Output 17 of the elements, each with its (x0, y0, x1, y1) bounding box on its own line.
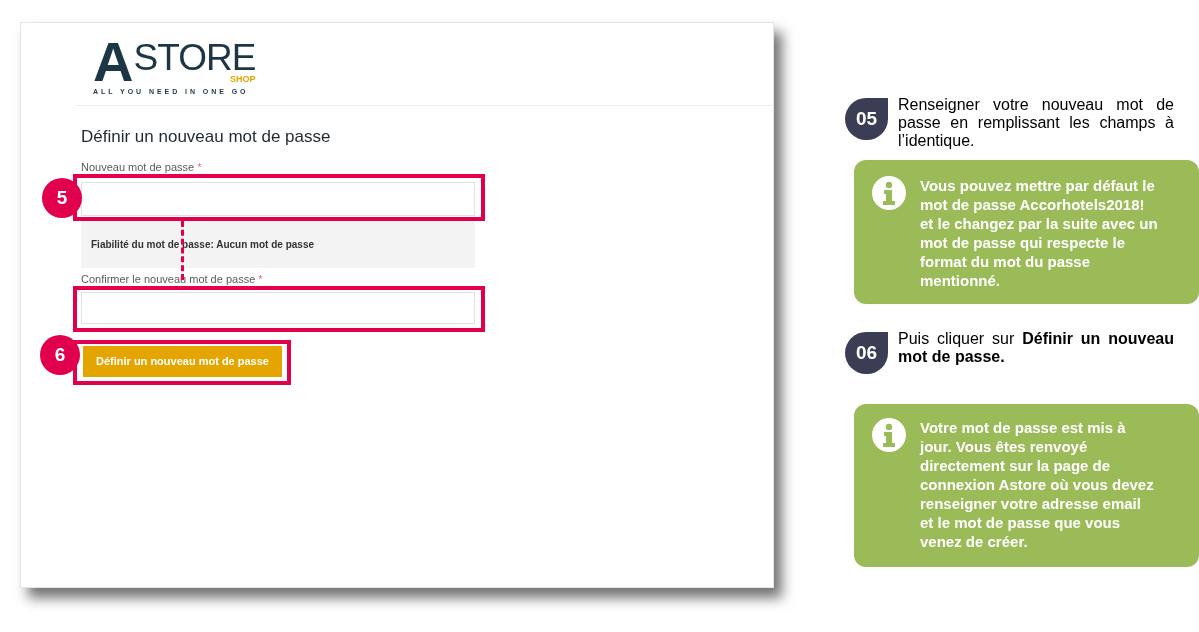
info-icon (872, 176, 906, 210)
note-text: Vous pouvez mettre par défaut le mot de passe Accorhotels2018! et le changez par la suite avec un mot de passe qui respecte le format du mot du passe mentionné. (920, 176, 1159, 290)
info-icon (872, 418, 906, 452)
strength-text: Fiabilité du mot de passe: Aucun mot de passe (91, 238, 314, 252)
step-badge: 06 (845, 332, 888, 374)
page-heading: Définir un nouveau mot de passe (81, 126, 332, 148)
submit-button[interactable]: Définir un nouveau mot de passe (83, 346, 282, 377)
password-field[interactable] (81, 182, 475, 216)
note-text: Votre mot de passe est mis à jour. Vous êtes renvoyé directement sur la page de connexion Astore où vous devez renseigner votre adresse email et le mot de passe que vous venez de créer. (920, 418, 1155, 551)
field-label: Nouveau mot de passe * (81, 160, 203, 174)
step-instruction: Renseigner votre nouveau mot de passe en remplissant les champs à l’identique. (898, 96, 1174, 150)
step-badge: 05 (845, 98, 888, 140)
confirm-password-field[interactable] (81, 292, 475, 324)
step-marker: 6 (40, 335, 80, 375)
step-marker: 5 (42, 178, 82, 218)
field-label: Confirmer le nouveau mot de passe * (81, 272, 264, 286)
step-instruction: Puis cliquer sur Définir un nouveau mot de passe. (898, 330, 1174, 366)
